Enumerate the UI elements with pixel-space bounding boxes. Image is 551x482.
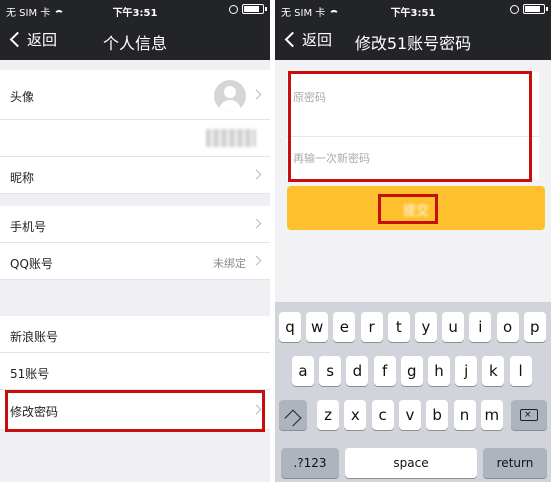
key-c[interactable]: c [371, 400, 394, 430]
key-j[interactable]: j [455, 356, 478, 386]
key-l[interactable]: l [509, 356, 532, 386]
row-label: 手机号 [10, 220, 47, 234]
qq-status: 未绑定 [213, 257, 246, 270]
row-label: 新浪账号 [10, 330, 59, 344]
key-b[interactable]: b [426, 400, 449, 430]
page-title: 个人信息 [102, 34, 167, 53]
key-m[interactable]: m [480, 400, 503, 430]
space-key[interactable]: space [345, 448, 477, 478]
row-qq[interactable]: QQ账号 未绑定 [0, 243, 270, 280]
chevron-right-icon [251, 255, 262, 266]
row-avatar[interactable]: 头像 [0, 70, 270, 120]
key-d[interactable]: d [346, 356, 369, 386]
key-u[interactable]: u [442, 312, 465, 342]
backspace-icon [520, 409, 538, 421]
key-f[interactable]: f [373, 356, 396, 386]
blurred-user-id [206, 129, 256, 147]
battery-icon [242, 4, 267, 14]
navigation-bar: 返回 个人信息 [0, 21, 270, 60]
key-s[interactable]: s [319, 356, 342, 386]
key-i[interactable]: i [469, 312, 492, 342]
battery-fill [525, 6, 541, 12]
status-bar: 无 SIM 卡 下午3:51 [0, 0, 270, 21]
key-y[interactable]: y [415, 312, 437, 342]
row-label: 头像 [10, 90, 35, 104]
key-k[interactable]: k [482, 356, 505, 386]
chevron-right-icon [251, 218, 262, 229]
orientation-lock-icon [229, 4, 238, 14]
return-key[interactable]: return [483, 448, 547, 478]
row-nickname[interactable]: 昵称 [0, 157, 270, 194]
avatar [214, 80, 246, 112]
page-title: 修改51账号密码 [354, 34, 472, 53]
row-label: 昵称 [10, 171, 35, 185]
key-g[interactable]: g [400, 356, 423, 386]
shift-key[interactable] [279, 400, 307, 430]
key-h[interactable]: h [428, 356, 450, 386]
change-password-screen: 无 SIM 卡 下午3:51 返回 修改51账号密码 提交 qwertyuiop… [275, 0, 551, 482]
orientation-lock-icon [510, 4, 519, 14]
key-e[interactable]: e [333, 312, 356, 342]
chevron-right-icon [251, 89, 262, 100]
backspace-key[interactable] [511, 400, 547, 430]
key-p[interactable]: p [523, 312, 546, 342]
shift-arrow-icon [284, 409, 302, 427]
navigation-bar: 返回 修改51账号密码 [275, 21, 551, 60]
key-n[interactable]: n [453, 400, 476, 430]
key-x[interactable]: x [344, 400, 367, 430]
row-label: 51账号 [10, 367, 50, 381]
battery-fill [244, 6, 260, 12]
row-phone[interactable]: 手机号 [0, 206, 270, 243]
key-t[interactable]: t [387, 312, 410, 342]
row-51-account[interactable]: 51账号 [0, 353, 270, 390]
key-q[interactable]: q [279, 312, 301, 342]
status-bar: 无 SIM 卡 下午3:51 [275, 0, 551, 21]
status-indicators [229, 4, 267, 14]
key-r[interactable]: r [360, 312, 383, 342]
key-z[interactable]: z [317, 400, 339, 430]
highlight-box [288, 71, 532, 182]
key-w[interactable]: w [306, 312, 329, 342]
highlight-box [378, 194, 438, 224]
chevron-right-icon [251, 169, 262, 180]
highlight-box [5, 390, 265, 432]
row-weibo[interactable]: 新浪账号 [0, 316, 270, 353]
key-a[interactable]: a [292, 356, 314, 386]
onscreen-keyboard: qwertyuiop asdfghjkl zxcvbnm .?123 space… [275, 302, 551, 482]
row-user-id [0, 120, 270, 157]
key-v[interactable]: v [398, 400, 421, 430]
row-label: QQ账号 [10, 257, 53, 271]
status-indicators [510, 4, 548, 14]
battery-icon [523, 4, 548, 14]
profile-screen: 无 SIM 卡 下午3:51 返回 个人信息 头像 昵称 手机号 QQ账号 未绑… [0, 0, 270, 482]
key-o[interactable]: o [496, 312, 519, 342]
numbers-key[interactable]: .?123 [281, 448, 339, 478]
